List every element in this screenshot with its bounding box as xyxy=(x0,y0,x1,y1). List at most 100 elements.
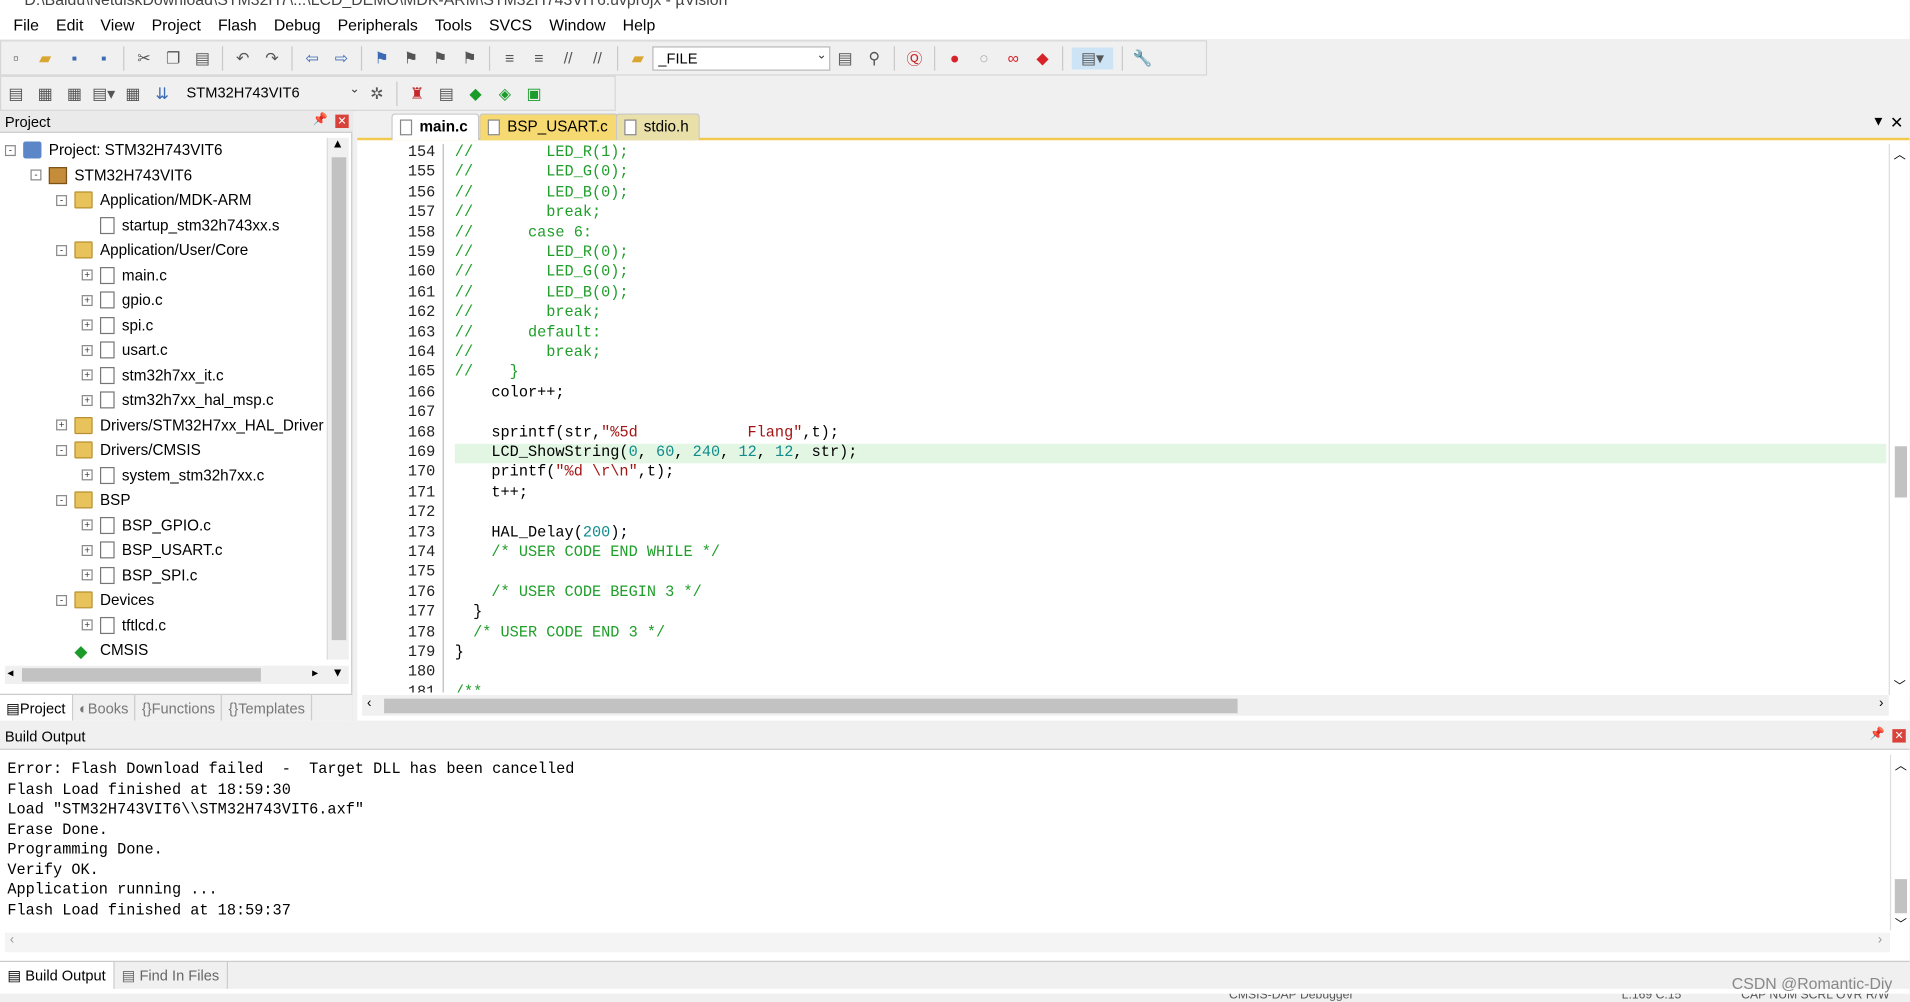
scroll-left-icon[interactable]: ‹ xyxy=(367,696,371,711)
code-line[interactable]: /* USER CODE END 3 */ xyxy=(455,624,665,641)
menu-item-project[interactable]: Project xyxy=(143,15,209,33)
scroll-left-icon[interactable]: ‹ xyxy=(10,933,14,948)
code-line[interactable]: /** xyxy=(455,684,482,693)
expand-toggle-icon[interactable]: - xyxy=(56,494,68,506)
tree-node[interactable]: - BSP xyxy=(56,488,130,512)
menu-item-help[interactable]: Help xyxy=(614,15,664,33)
project-hscrollbar[interactable]: ◂ ▸ ▼ xyxy=(4,665,349,685)
tree-node[interactable]: + system_stm32h7xx.c xyxy=(81,463,264,487)
comment-icon[interactable]: // xyxy=(557,47,579,69)
save-all-icon[interactable]: ▪ xyxy=(93,47,115,69)
menu-item-file[interactable]: File xyxy=(5,15,48,33)
breakpoint-kill-all-icon[interactable]: ◆ xyxy=(1032,47,1054,69)
menu-item-flash[interactable]: Flash xyxy=(209,15,265,33)
window-layout-icon[interactable]: ▤▾ xyxy=(1071,46,1114,69)
tree-node[interactable]: + gpio.c xyxy=(81,288,163,312)
tree-node[interactable]: - Devices xyxy=(56,588,154,612)
close-editor-icon[interactable]: ✕ xyxy=(1890,113,1903,133)
tab-templates[interactable]: {} Templates xyxy=(222,695,313,721)
tree-node[interactable]: - Application/User/Core xyxy=(56,238,248,262)
download-icon[interactable]: ⇊ xyxy=(151,82,173,104)
code-line[interactable]: // LED_B(0); xyxy=(455,184,629,201)
scroll-thumb[interactable] xyxy=(331,157,347,641)
tab-functions[interactable]: {} Functions xyxy=(136,695,223,721)
scroll-thumb[interactable] xyxy=(21,668,261,682)
expand-toggle-icon[interactable]: + xyxy=(81,319,93,331)
code-line[interactable]: } xyxy=(455,644,464,661)
translate-icon[interactable]: ▤ xyxy=(5,82,27,104)
open-file-icon[interactable]: ▰ xyxy=(34,47,56,69)
scroll-up-icon[interactable]: ︿ xyxy=(1894,144,1906,162)
code-area[interactable]: 154 // LED_R(1); 155 // LED_G(0); 156 // LED_… xyxy=(362,143,1887,693)
tree-node[interactable]: + BSP_GPIO.c xyxy=(81,513,211,537)
close-icon[interactable]: ✕ xyxy=(1892,729,1906,743)
paste-icon[interactable]: ▤ xyxy=(191,47,213,69)
breakpoint-disable-all-icon[interactable]: ∞ xyxy=(1002,47,1024,69)
tree-node[interactable]: + Drivers/STM32H7xx_HAL_Driver xyxy=(56,413,324,437)
menu-item-edit[interactable]: Edit xyxy=(47,15,91,33)
code-line[interactable]: // LED_G(0); xyxy=(455,164,629,181)
build-icon[interactable]: ▦ xyxy=(34,82,56,104)
target-combo[interactable]: STM32H743VIT6 ⌄ xyxy=(182,81,362,105)
scroll-down-icon[interactable]: ﹀ xyxy=(1895,913,1907,931)
copy-icon[interactable]: ❐ xyxy=(162,47,184,69)
breakpoint-icon[interactable]: ● xyxy=(944,47,966,69)
expand-toggle-icon[interactable]: + xyxy=(81,619,93,631)
tab-main-c[interactable]: main.c xyxy=(391,113,479,141)
tree-node[interactable]: ◆ CMSIS xyxy=(56,638,148,659)
find-icon[interactable]: ▤ xyxy=(834,47,856,69)
manage-project-icon[interactable]: ♜ xyxy=(406,82,428,104)
expand-toggle-icon[interactable]: - xyxy=(30,169,42,181)
unindent-icon[interactable]: ≡ xyxy=(528,47,550,69)
pin-icon[interactable]: 📌 xyxy=(1870,728,1885,741)
bookmark-icon[interactable]: ⚑ xyxy=(371,47,393,69)
redo-icon[interactable]: ↷ xyxy=(261,47,283,69)
expand-toggle-icon[interactable]: + xyxy=(56,419,68,431)
build-vscrollbar[interactable]: ︿ ﹀ xyxy=(1889,754,1910,932)
code-line[interactable]: HAL_Delay(200); xyxy=(455,524,628,541)
code-line[interactable]: // LED_R(0); xyxy=(455,244,629,261)
select-packs-icon[interactable]: ▤ xyxy=(435,82,457,104)
scroll-down-icon[interactable]: ▼ xyxy=(332,667,344,680)
scroll-thumb[interactable] xyxy=(384,698,1238,714)
bookmark-prev-icon[interactable]: ⚑ xyxy=(400,47,422,69)
tab-find-in-files[interactable]: ▤ Find In Files xyxy=(114,962,228,989)
tree-node[interactable]: + BSP_SPI.c xyxy=(81,563,197,587)
scroll-up-icon[interactable]: ︿ xyxy=(1895,755,1907,773)
code-line[interactable]: t++; xyxy=(455,484,528,501)
incremental-find-icon[interactable]: ⚲ xyxy=(863,47,885,69)
code-line[interactable]: // LED_R(1); xyxy=(455,144,629,161)
expand-toggle-icon[interactable]: + xyxy=(81,344,93,356)
breakpoint-disable-icon[interactable]: ○ xyxy=(973,47,995,69)
tree-node[interactable]: + stm32h7xx_hal_msp.c xyxy=(81,388,274,412)
tree-node[interactable]: + tftlcd.c xyxy=(81,613,166,637)
uncomment-icon[interactable]: // xyxy=(586,47,608,69)
code-line[interactable]: sprintf(str,"%5d Flang",t); xyxy=(455,424,839,441)
tree-node[interactable]: - Project: STM32H743VIT6 xyxy=(4,138,223,162)
expand-toggle-icon[interactable]: + xyxy=(81,469,93,481)
code-line[interactable]: // case 6: xyxy=(455,224,592,241)
expand-toggle-icon[interactable]: + xyxy=(81,569,93,581)
scroll-thumb[interactable] xyxy=(1894,446,1907,498)
tab-stdio-h[interactable]: stdio.h xyxy=(615,113,700,141)
tab-project[interactable]: ▤ Project xyxy=(0,695,73,721)
menu-item-tools[interactable]: Tools xyxy=(426,15,480,33)
stop-build-icon[interactable]: ▦ xyxy=(122,82,144,104)
close-icon[interactable]: ✕ xyxy=(335,114,349,129)
tree-node[interactable]: + main.c xyxy=(81,263,167,287)
expand-toggle-icon[interactable]: + xyxy=(81,519,93,531)
pack-installer-icon[interactable]: ◈ xyxy=(494,82,516,104)
code-line[interactable]: } xyxy=(455,604,482,621)
tree-node[interactable]: - Application/MDK-ARM xyxy=(56,188,252,212)
code-line[interactable]: // default: xyxy=(455,324,601,341)
expand-toggle-icon[interactable]: + xyxy=(81,269,93,281)
rebuild-icon[interactable]: ▦ xyxy=(63,82,85,104)
target-options-icon[interactable]: ✲ xyxy=(366,82,388,104)
menu-item-peripherals[interactable]: Peripherals xyxy=(329,15,426,33)
tab-build-output[interactable]: ▤ Build Output xyxy=(0,962,115,989)
nav-back-icon[interactable]: ⇦ xyxy=(301,47,323,69)
menu-item-view[interactable]: View xyxy=(92,15,143,33)
code-line[interactable]: // break; xyxy=(455,204,601,221)
cut-icon[interactable]: ✂ xyxy=(133,47,155,69)
code-line[interactable]: // } xyxy=(455,364,519,381)
